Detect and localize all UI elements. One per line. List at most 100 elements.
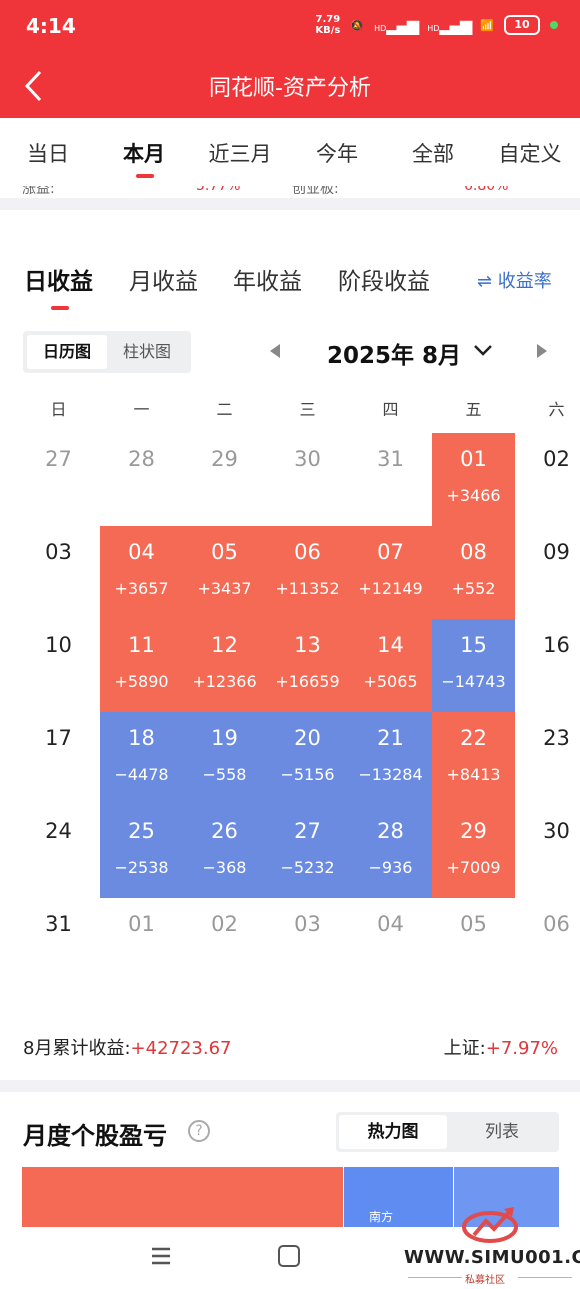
calendar-day-number: 21 xyxy=(377,726,404,750)
calendar-day-cell[interactable]: 03 xyxy=(17,526,100,619)
month-title[interactable]: 2025年 8月 xyxy=(327,336,461,370)
tab-this-month[interactable]: 本月 xyxy=(104,138,184,168)
calendar-day-cell[interactable]: 01 +3466 xyxy=(432,433,515,526)
calendar-day-profit: +8413 xyxy=(446,765,501,784)
calendar-day-cell[interactable]: 23 xyxy=(515,712,580,805)
mute-icon: 🔕 xyxy=(350,18,365,32)
calendar-day-number: 03 xyxy=(294,912,321,936)
weekday-label: 一 xyxy=(133,400,150,419)
calendar-day-cell[interactable]: 31 xyxy=(17,898,100,991)
calendar-day-cell[interactable]: 05 xyxy=(432,898,515,991)
next-month-icon[interactable] xyxy=(535,343,549,359)
calendar-day-cell[interactable]: 24 xyxy=(17,805,100,898)
calendar-day-profit: +12366 xyxy=(192,672,257,691)
calendar-day-profit: −558 xyxy=(202,765,247,784)
heatmap-tile[interactable] xyxy=(22,1167,343,1227)
calendar-day-cell[interactable]: 19 −558 xyxy=(183,712,266,805)
network-speed-unit: KB/s xyxy=(315,25,341,36)
calendar-day-cell[interactable]: 30 xyxy=(266,433,349,526)
calendar-day-cell[interactable]: 08 +552 xyxy=(432,526,515,619)
calendar-day-cell[interactable]: 10 xyxy=(17,619,100,712)
calendar-day-number: 20 xyxy=(294,726,321,750)
tab-yearly-income[interactable]: 年收益 xyxy=(233,262,302,296)
calendar-day-cell[interactable]: 12 +12366 xyxy=(183,619,266,712)
rate-toggle-button[interactable]: ⇌ 收益率 xyxy=(477,267,552,293)
calendar-day-cell[interactable]: 09 xyxy=(515,526,580,619)
heatmap-tile-label: 南方 xyxy=(369,1210,394,1224)
calendar-day-number: 04 xyxy=(128,540,155,564)
tab-all[interactable]: 全部 xyxy=(393,138,473,168)
calendar-day-profit: +3437 xyxy=(197,579,252,598)
tab-custom[interactable]: 自定义 xyxy=(490,138,570,168)
status-bar: 4:14 7.79 KB/s 🔕 HD▂▄▆ HD▂▄▆ 📶 10 xyxy=(0,0,580,54)
bar-view-button[interactable]: 柱状图 xyxy=(107,335,187,369)
calendar-day-cell[interactable]: 01 xyxy=(100,898,183,991)
calendar-day-cell[interactable]: 02 xyxy=(515,433,580,526)
tab-period-income[interactable]: 阶段收益 xyxy=(338,262,430,296)
calendar-day-cell[interactable]: 06 xyxy=(515,898,580,991)
month-total-value: +42723.67 xyxy=(130,1038,232,1059)
page-title: 同花顺-资产分析 xyxy=(209,76,371,101)
chevron-down-icon[interactable] xyxy=(472,340,494,360)
calendar-day-cell[interactable]: 06 +11352 xyxy=(266,526,349,619)
network-speed: 7.79 KB/s xyxy=(315,14,340,36)
calendar-day-cell[interactable]: 18 −4478 xyxy=(100,712,183,805)
calendar-day-cell[interactable]: 28 −936 xyxy=(349,805,432,898)
calendar-day-cell[interactable]: 02 xyxy=(183,898,266,991)
calendar-day-number: 27 xyxy=(45,447,72,471)
calendar-day-cell[interactable]: 11 +5890 xyxy=(100,619,183,712)
calendar-day-cell[interactable]: 20 −5156 xyxy=(266,712,349,805)
prev-month-icon[interactable] xyxy=(268,343,282,359)
tab-today[interactable]: 当日 xyxy=(8,138,88,168)
tab-monthly-income[interactable]: 月收益 xyxy=(129,262,198,296)
heatmap-button[interactable]: 热力图 xyxy=(339,1115,447,1149)
calendar-day-cell[interactable]: 22 +8413 xyxy=(432,712,515,805)
calendar-day-cell[interactable]: 14 +5065 xyxy=(349,619,432,712)
calendar-day-number: 18 xyxy=(128,726,155,750)
calendar-day-cell[interactable]: 15 −14743 xyxy=(432,619,515,712)
calendar-day-cell[interactable]: 28 xyxy=(100,433,183,526)
signal-label-2: HD xyxy=(427,23,440,33)
home-icon[interactable] xyxy=(278,1245,300,1267)
calendar-view-button[interactable]: 日历图 xyxy=(27,335,107,369)
calendar-day-cell[interactable]: 25 −2538 xyxy=(100,805,183,898)
signal-icon-1: HD▂▄▆ xyxy=(374,15,419,35)
calendar-day-cell[interactable]: 30 xyxy=(515,805,580,898)
calendar-day-cell[interactable]: 16 xyxy=(515,619,580,712)
calendar-day-number: 08 xyxy=(460,540,487,564)
calendar-day-number: 29 xyxy=(460,819,487,843)
calendar-day-cell[interactable]: 31 xyxy=(349,433,432,526)
calendar-day-cell[interactable]: 27 −5232 xyxy=(266,805,349,898)
status-time: 4:14 xyxy=(26,14,76,38)
calendar-day-profit: −4478 xyxy=(114,765,169,784)
calendar-day-cell[interactable]: 07 +12149 xyxy=(349,526,432,619)
calendar-day-cell[interactable]: 03 xyxy=(266,898,349,991)
calendar-day-cell[interactable]: 21 −13284 xyxy=(349,712,432,805)
calendar-day-number: 31 xyxy=(377,447,404,471)
calendar-day-profit: −936 xyxy=(368,858,413,877)
peek-value-1: 5.77% xyxy=(196,186,241,194)
heat-list-switch: 热力图 列表 xyxy=(336,1112,559,1152)
list-button[interactable]: 列表 xyxy=(448,1115,556,1149)
calendar-day-cell[interactable]: 29 +7009 xyxy=(432,805,515,898)
watermark-rule-left xyxy=(408,1277,462,1278)
menu-icon[interactable] xyxy=(150,1245,172,1267)
calendar-day-cell[interactable]: 17 xyxy=(17,712,100,805)
calendar-day-cell[interactable]: 13 +16659 xyxy=(266,619,349,712)
calendar-day-cell[interactable]: 29 xyxy=(183,433,266,526)
calendar-day-profit: +552 xyxy=(451,579,496,598)
weekday-label: 日 xyxy=(50,400,67,419)
calendar-day-profit: +12149 xyxy=(358,579,423,598)
tab-three-months[interactable]: 近三月 xyxy=(200,138,280,168)
calendar-day-cell[interactable]: 04 +3657 xyxy=(100,526,183,619)
help-icon[interactable]: ? xyxy=(188,1120,210,1142)
calendar-day-cell[interactable]: 04 xyxy=(349,898,432,991)
month-total-label: 8月累计收益: xyxy=(23,1038,131,1059)
calendar-day-cell[interactable]: 27 xyxy=(17,433,100,526)
tab-daily-income[interactable]: 日收益 xyxy=(24,262,93,296)
calendar-day-cell[interactable]: 26 −368 xyxy=(183,805,266,898)
tab-this-year[interactable]: 今年 xyxy=(297,138,377,168)
calendar-day-cell[interactable]: 05 +3437 xyxy=(183,526,266,619)
calendar-day-profit: −13284 xyxy=(358,765,423,784)
calendar-day-number: 01 xyxy=(128,912,155,936)
